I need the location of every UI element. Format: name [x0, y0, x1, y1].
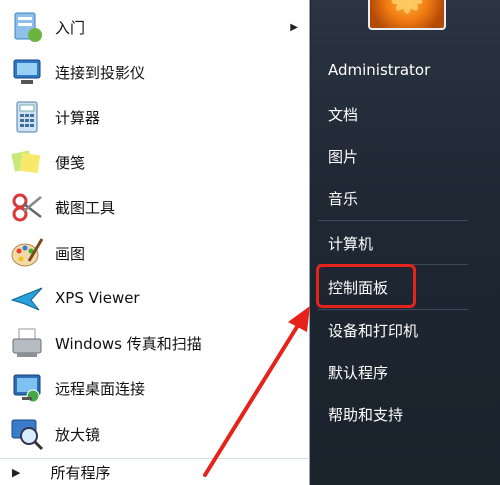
- pointer-arrow-annotation: [203, 306, 310, 477]
